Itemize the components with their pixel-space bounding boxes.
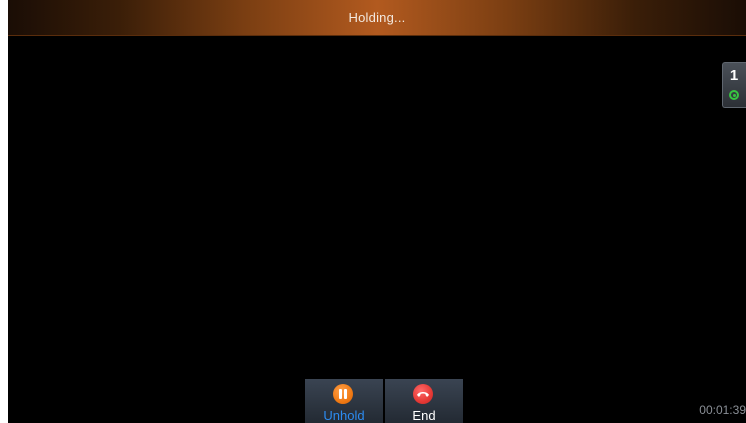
line-indicator[interactable]: 1 [722, 62, 746, 108]
call-control-bar: Unhold End [305, 379, 463, 423]
call-screen: Holding... 1 Unhold End 00:01:39 [8, 0, 746, 423]
end-call-label: End [412, 408, 436, 423]
call-status-bar: Holding... [8, 0, 746, 36]
unhold-label: Unhold [323, 408, 365, 423]
presence-online-icon [729, 90, 739, 100]
unhold-button[interactable]: Unhold [305, 379, 383, 423]
end-call-button[interactable]: End [385, 379, 463, 423]
line-number: 1 [729, 67, 739, 84]
pause-icon [333, 384, 353, 404]
call-duration-timer: 00:01:39 [699, 403, 746, 417]
call-status-text: Holding... [348, 10, 406, 25]
hang-up-icon [413, 384, 433, 404]
